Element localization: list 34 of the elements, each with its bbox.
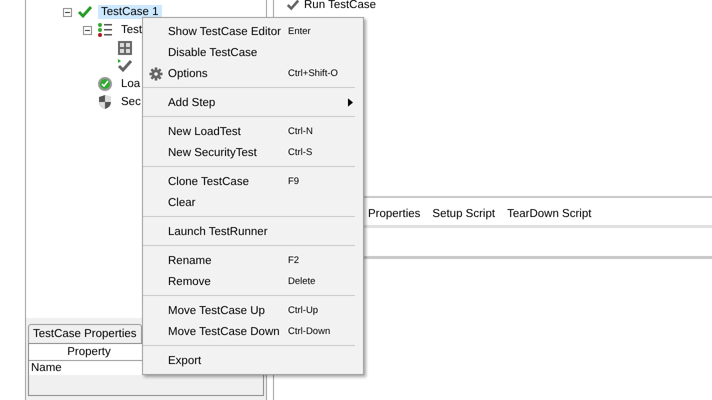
- editor-tab[interactable]: TearDown Script: [507, 208, 592, 220]
- menu-item[interactable]: Rename F2: [143, 250, 363, 271]
- menu-item[interactable]: Add Step: [143, 92, 363, 113]
- submenu-arrow-icon: [348, 98, 353, 107]
- collapse-toggle[interactable]: [83, 26, 92, 34]
- panel-tab[interactable]: TestCase Properties: [28, 324, 142, 343]
- menu-item[interactable]: Remove Delete: [143, 271, 363, 292]
- tree-item[interactable]: Sec: [118, 95, 144, 109]
- settings-icon: [148, 66, 162, 80]
- shield-icon: [97, 94, 113, 110]
- menu-item[interactable]: Clone TestCase F9: [143, 171, 363, 192]
- menu-item[interactable]: Show TestCase Editor Enter: [143, 21, 363, 42]
- table-cell-text: Name: [30, 361, 63, 375]
- menu-item[interactable]: Launch TestRunner: [143, 221, 363, 242]
- menu-item[interactable]: Clear: [143, 192, 363, 213]
- check-icon: [286, 0, 300, 12]
- check-icon: [77, 4, 93, 20]
- collapse-toggle[interactable]: [63, 8, 72, 16]
- check-icon[interactable]: [117, 58, 133, 74]
- step-list-icon: [97, 22, 113, 38]
- soap-icon[interactable]: [117, 40, 133, 56]
- tree-item[interactable]: Loa: [118, 77, 144, 91]
- editor-tab[interactable]: Setup Script: [432, 208, 496, 220]
- menu-item[interactable]: New LoadTest Ctrl-N: [143, 121, 363, 142]
- menu-item[interactable]: Disable TestCase: [143, 42, 363, 63]
- run-button[interactable]: Run TestCase: [274, 0, 388, 13]
- menu-item[interactable]: New SecurityTest Ctrl-S: [143, 142, 363, 163]
- menu-item[interactable]: Move TestCase Up Ctrl-Up: [143, 300, 363, 321]
- tree-item[interactable]: TestCase 1: [98, 5, 162, 19]
- tree-item[interactable]: Test: [118, 23, 146, 37]
- editor-tab[interactable]: Properties: [368, 208, 420, 220]
- menu-item[interactable]: Options Ctrl+Shift-O: [143, 63, 363, 84]
- gauge-icon: [97, 76, 113, 92]
- menu-item[interactable]: Move TestCase Down Ctrl-Down: [143, 321, 363, 342]
